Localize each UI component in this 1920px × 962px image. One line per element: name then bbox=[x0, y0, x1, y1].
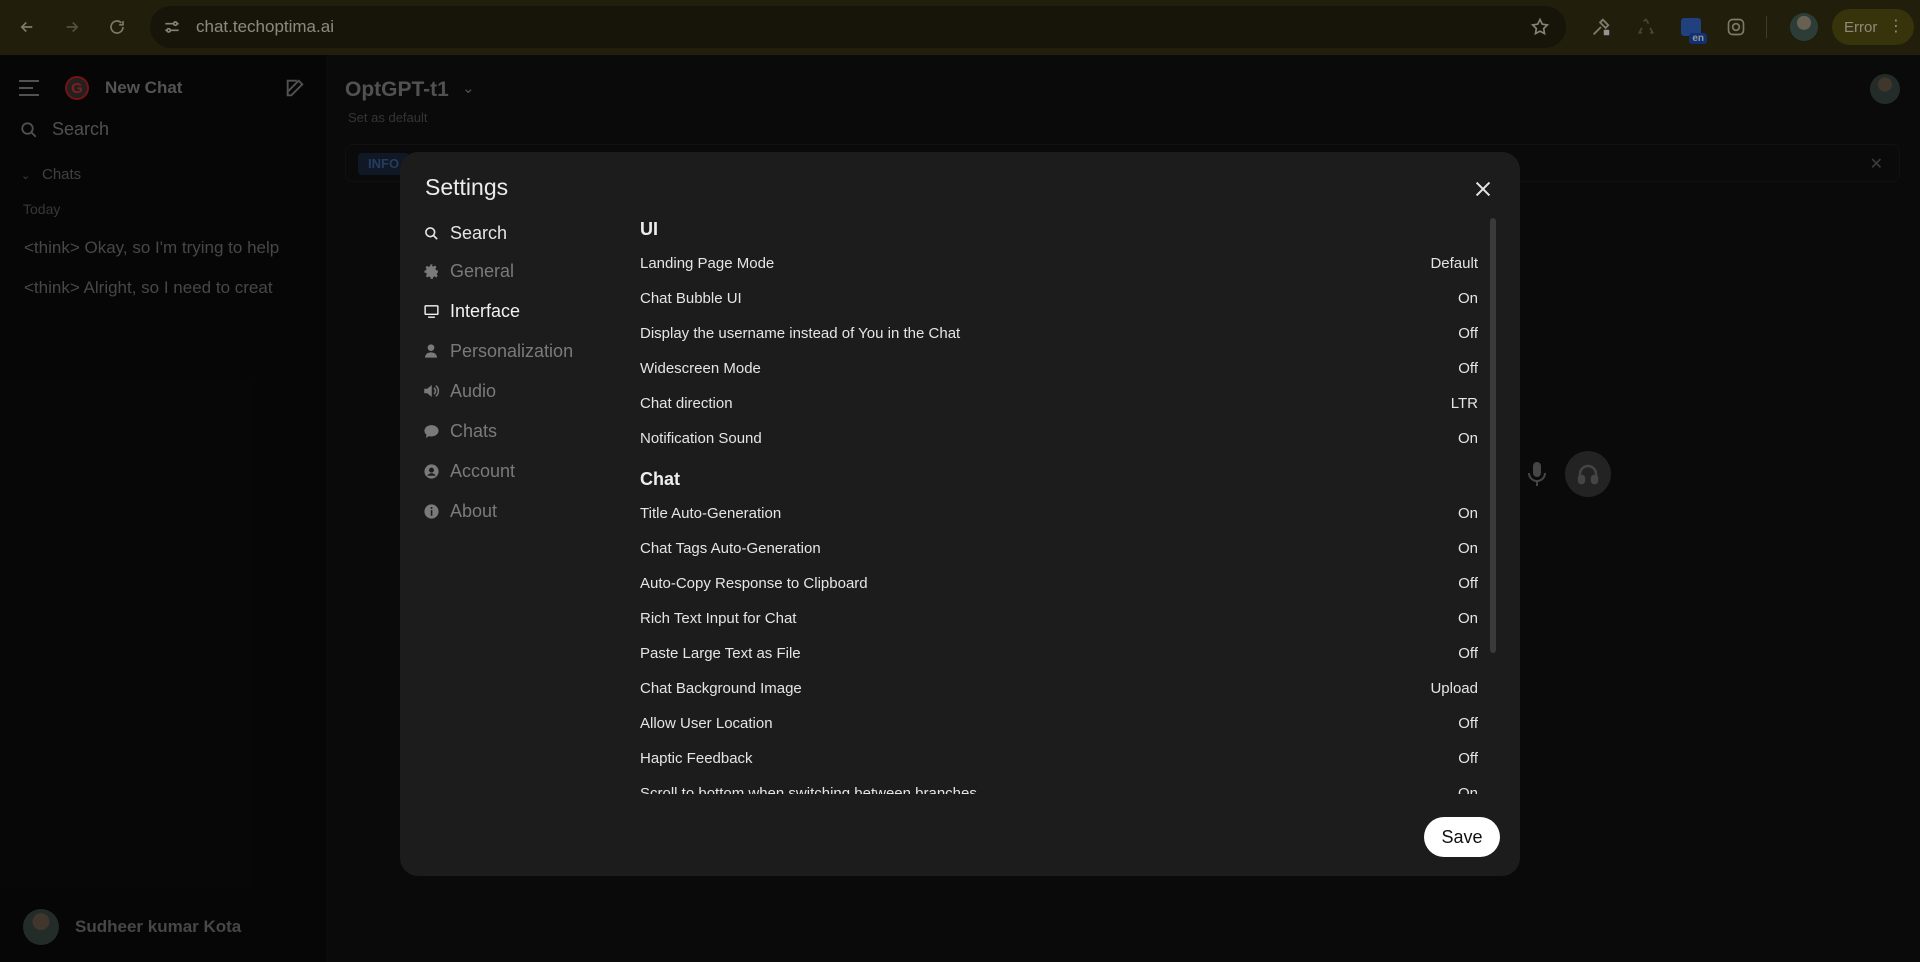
nav-item-general[interactable]: General bbox=[422, 256, 612, 286]
chat-bubble-icon bbox=[422, 422, 440, 440]
setting-toggle[interactable]: Off bbox=[1458, 575, 1478, 592]
setting-toggle[interactable]: Off bbox=[1458, 360, 1478, 377]
nav-label: General bbox=[450, 260, 515, 281]
setting-label: Landing Page Mode bbox=[640, 255, 775, 272]
setting-toggle[interactable]: On bbox=[1458, 430, 1478, 447]
account-circle-icon bbox=[422, 462, 440, 480]
settings-modal: Settings Search General Interface Person… bbox=[400, 152, 1520, 876]
setting-row: Notification Sound On bbox=[640, 427, 1478, 451]
setting-row: Chat Bubble UI On bbox=[640, 287, 1478, 311]
setting-row: Haptic Feedback Off bbox=[640, 747, 1478, 771]
nav-label: Search bbox=[450, 222, 508, 243]
nav-label: Personalization bbox=[450, 340, 574, 361]
setting-label: Rich Text Input for Chat bbox=[640, 610, 797, 627]
section-title-ui: UI bbox=[640, 219, 658, 239]
setting-row: Paste Large Text as File Off bbox=[640, 642, 1478, 666]
setting-toggle[interactable]: On bbox=[1458, 505, 1478, 522]
settings-scrollbar[interactable] bbox=[1490, 218, 1496, 653]
user-icon bbox=[422, 342, 440, 360]
setting-row: Title Auto-Generation On bbox=[640, 502, 1478, 526]
nav-label: Audio bbox=[450, 380, 497, 401]
setting-toggle[interactable]: On bbox=[1458, 610, 1478, 627]
setting-label: Haptic Feedback bbox=[640, 750, 753, 767]
setting-toggle[interactable]: Off bbox=[1458, 715, 1478, 732]
setting-label: Paste Large Text as File bbox=[640, 645, 801, 662]
setting-row: Landing Page Mode Default bbox=[640, 252, 1478, 276]
setting-label: Scroll to bottom when switching between … bbox=[640, 785, 977, 794]
setting-label: Auto-Copy Response to Clipboard bbox=[640, 575, 868, 592]
save-button[interactable]: Save bbox=[1424, 817, 1500, 857]
setting-label: Notification Sound bbox=[640, 430, 762, 447]
upload-button[interactable]: Upload bbox=[1430, 680, 1478, 697]
info-icon bbox=[422, 502, 440, 520]
section-title-chat: Chat bbox=[640, 469, 680, 489]
nav-label: About bbox=[450, 500, 498, 521]
setting-row: Widescreen Mode Off bbox=[640, 357, 1478, 381]
nav-label: Chats bbox=[450, 420, 498, 441]
settings-title: Settings bbox=[425, 174, 509, 200]
setting-toggle[interactable]: Default bbox=[1430, 255, 1478, 272]
setting-row: Display the username instead of You in t… bbox=[640, 322, 1478, 346]
interface-settings-panel: UI Landing Page Mode Default Chat Bubble … bbox=[640, 212, 1478, 794]
nav-item-chats[interactable]: Chats bbox=[422, 416, 612, 446]
nav-item-audio[interactable]: Audio bbox=[422, 376, 612, 406]
settings-search[interactable]: Search bbox=[422, 218, 612, 248]
setting-label: Chat Tags Auto-Generation bbox=[640, 540, 821, 557]
setting-toggle[interactable]: On bbox=[1458, 540, 1478, 557]
gear-icon bbox=[422, 262, 440, 280]
setting-row: Scroll to bottom when switching between … bbox=[640, 782, 1478, 794]
setting-row: Chat Background Image Upload bbox=[640, 677, 1478, 701]
setting-label: Widescreen Mode bbox=[640, 360, 761, 377]
setting-label: Title Auto-Generation bbox=[640, 505, 782, 522]
setting-row: Allow User Location Off bbox=[640, 712, 1478, 736]
setting-label: Allow User Location bbox=[640, 715, 773, 732]
monitor-icon bbox=[422, 302, 440, 320]
setting-toggle[interactable]: On bbox=[1458, 290, 1478, 307]
setting-label: Chat Bubble UI bbox=[640, 290, 742, 307]
search-icon bbox=[422, 224, 440, 242]
nav-item-about[interactable]: About bbox=[422, 496, 612, 526]
setting-toggle[interactable]: On bbox=[1458, 785, 1478, 794]
close-icon[interactable] bbox=[1472, 178, 1494, 200]
nav-item-personalization[interactable]: Personalization bbox=[422, 336, 612, 366]
setting-row: Auto-Copy Response to Clipboard Off bbox=[640, 572, 1478, 596]
setting-row: Chat direction LTR bbox=[640, 392, 1478, 416]
nav-label: Interface bbox=[450, 300, 521, 321]
setting-label: Chat Background Image bbox=[640, 680, 802, 697]
setting-toggle[interactable]: LTR bbox=[1451, 395, 1478, 412]
nav-item-interface[interactable]: Interface bbox=[422, 296, 612, 326]
setting-label: Chat direction bbox=[640, 395, 733, 412]
nav-label: Account bbox=[450, 460, 516, 481]
setting-row: Rich Text Input for Chat On bbox=[640, 607, 1478, 631]
setting-label: Display the username instead of You in t… bbox=[640, 325, 961, 342]
setting-toggle[interactable]: Off bbox=[1458, 750, 1478, 767]
setting-toggle[interactable]: Off bbox=[1458, 645, 1478, 662]
setting-row: Chat Tags Auto-Generation On bbox=[640, 537, 1478, 561]
setting-toggle[interactable]: Off bbox=[1458, 325, 1478, 342]
speaker-icon bbox=[422, 382, 440, 400]
nav-item-account[interactable]: Account bbox=[422, 456, 612, 486]
